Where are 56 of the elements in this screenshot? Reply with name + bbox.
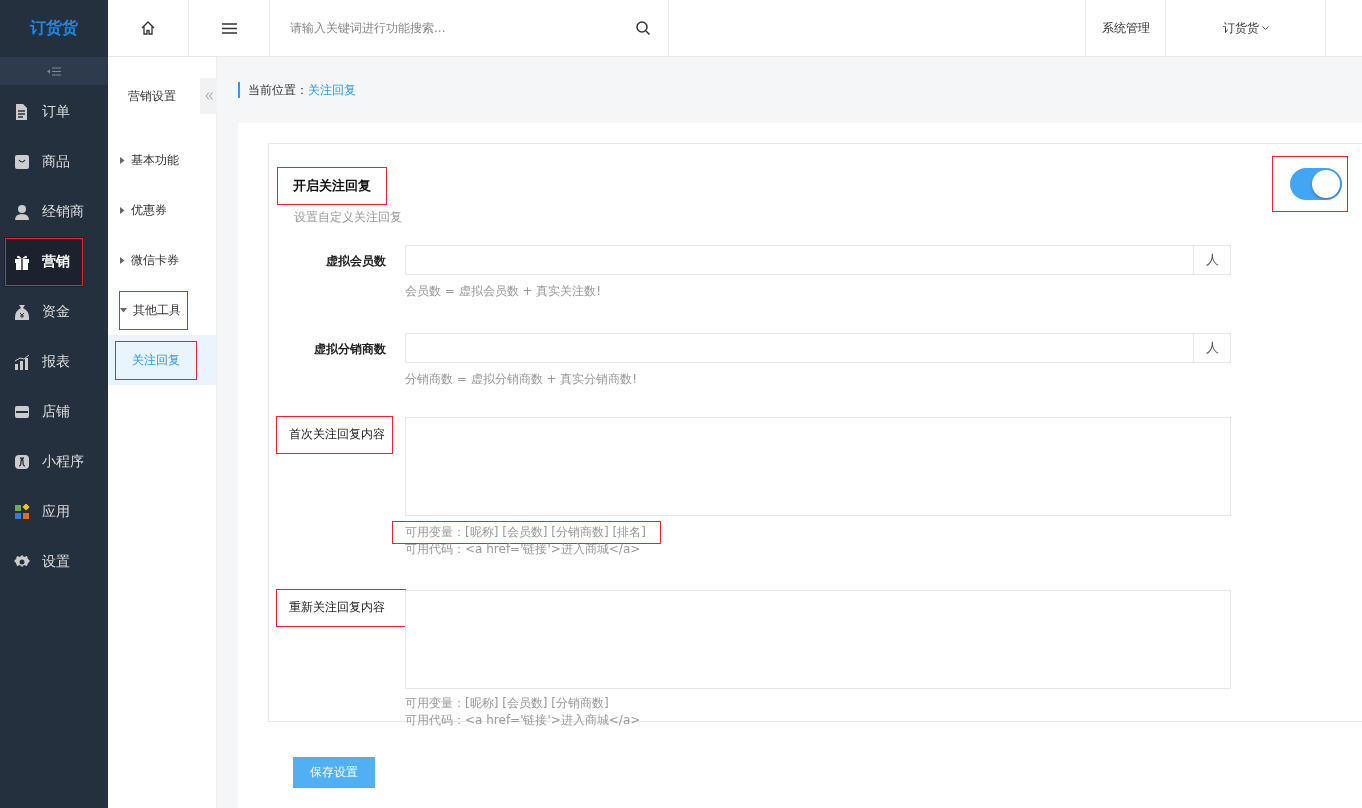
nav-link[interactable]: 订货货	[1166, 0, 1326, 56]
menu-icon	[14, 154, 30, 170]
submenu-group[interactable]: 微信卡券	[120, 241, 185, 279]
menu-icon	[14, 104, 30, 120]
menu-icon	[14, 354, 30, 370]
section-subtitle: 设置自定义关注回复	[294, 209, 403, 226]
input-field[interactable]: 人	[405, 333, 1231, 363]
sidebar-item[interactable]: 应用	[0, 487, 108, 537]
field-label: 首次关注回复内容	[277, 417, 392, 453]
unit-addon: 人	[1193, 334, 1230, 362]
home-icon[interactable]	[141, 21, 155, 35]
sidebar-item[interactable]: 订单	[0, 87, 108, 137]
search-icon[interactable]	[636, 21, 650, 35]
field-label: 重新关注回复内容	[277, 590, 405, 626]
hint-text: 可用代码：<a href='链接'>进入商城</a>	[405, 712, 641, 729]
input-field[interactable]: 人	[405, 245, 1231, 275]
menu-icon[interactable]	[221, 22, 237, 34]
menu-icon	[14, 204, 30, 220]
caret-right-icon	[120, 256, 125, 264]
menu-icon	[14, 554, 30, 570]
toggle-switch[interactable]	[1290, 168, 1342, 200]
section-title: 开启关注回复	[277, 167, 387, 205]
menu-icon	[14, 504, 30, 520]
sidebar-item[interactable]: 资金	[0, 287, 108, 337]
sidebar-item[interactable]: 报表	[0, 337, 108, 387]
menu-icon	[14, 454, 30, 470]
sidebar-item[interactable]: 营销	[4, 237, 84, 287]
caret-right-icon	[120, 206, 125, 214]
caret-down-icon	[120, 307, 127, 313]
field-label: 虚拟会员数	[326, 253, 386, 270]
nav-link[interactable]: 系统管理	[1086, 0, 1166, 56]
sidebar-item[interactable]: 小程序	[0, 437, 108, 487]
submenu-group[interactable]: 其他工具	[120, 291, 187, 329]
submenu-item-label: 关注回复	[116, 341, 196, 379]
submenu-group[interactable]: 优惠券	[120, 191, 173, 229]
caret-right-icon	[120, 156, 125, 164]
field-label: 虚拟分销商数	[314, 341, 386, 358]
submenu-title: 营销设置	[127, 87, 177, 105]
submenu-group[interactable]: 基本功能	[120, 141, 185, 179]
unit-addon: 人	[1193, 246, 1230, 274]
sidebar-item[interactable]: 商品	[0, 137, 108, 187]
menu-icon	[14, 404, 30, 420]
hint-text: 分销商数 = 虚拟分销商数 + 真实分销商数!	[405, 371, 638, 388]
hint-text: 可用代码：<a href='链接'>进入商城</a>	[405, 541, 641, 558]
double-chevron-icon	[204, 92, 213, 100]
collapse-menu-icon[interactable]	[47, 66, 61, 76]
hint-text: 可用变量：[昵称] [会员数] [分销商数] [排名]	[393, 522, 660, 543]
sidebar-item[interactable]: 设置	[0, 537, 108, 587]
sidebar-item[interactable]: 店铺	[0, 387, 108, 437]
breadcrumb-label: 当前位置：	[248, 81, 308, 99]
hint-text: 可用变量：[昵称] [会员数] [分销商数]	[405, 695, 609, 712]
menu-icon	[14, 254, 30, 270]
logo[interactable]: 订货货	[30, 18, 78, 39]
menu-icon	[14, 304, 30, 320]
sidebar-item[interactable]: 经销商	[0, 187, 108, 237]
hint-text: 会员数 = 虚拟会员数 + 真实关注数!	[405, 283, 602, 300]
